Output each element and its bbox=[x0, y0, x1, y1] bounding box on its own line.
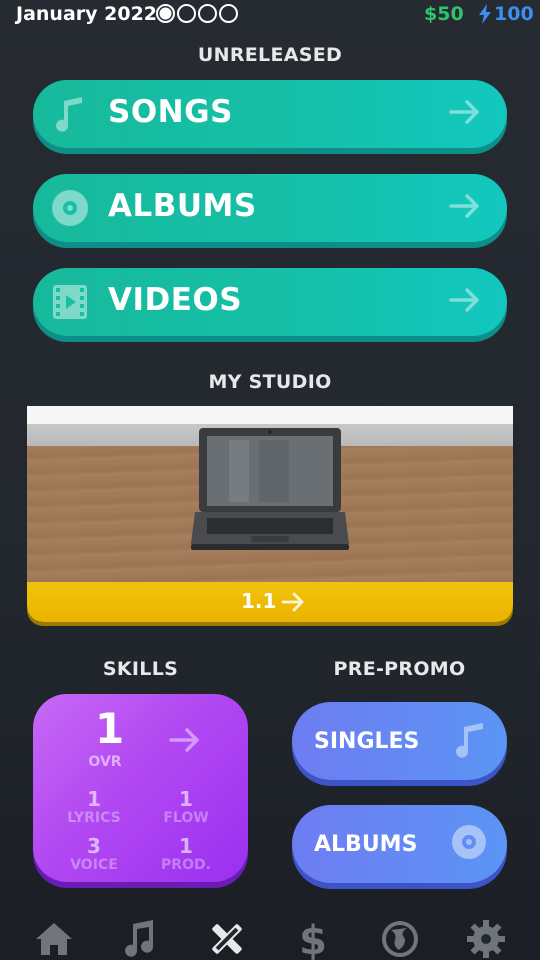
ovr-label: OVR bbox=[88, 754, 122, 770]
unreleased-title: UNRELEASED bbox=[197, 44, 343, 66]
film-icon bbox=[51, 283, 89, 321]
pre-promo-albums-button[interactable]: ALBUMS bbox=[292, 805, 507, 883]
laptop-image bbox=[191, 428, 349, 550]
pre-promo-singles-button[interactable]: SINGLES bbox=[292, 702, 507, 780]
songs-label: SONGS bbox=[108, 94, 233, 130]
svg-text:$: $ bbox=[299, 918, 327, 960]
stat-label: FLOW bbox=[163, 810, 209, 826]
money-balance: $50 bbox=[424, 3, 464, 25]
current-date: January 2022 bbox=[16, 3, 158, 25]
disc-icon bbox=[51, 189, 89, 227]
stat-label: LYRICS bbox=[67, 810, 121, 826]
week-dot-empty bbox=[177, 4, 196, 23]
studio-wall bbox=[27, 406, 513, 424]
bottom-nav: $ bbox=[0, 910, 540, 960]
unreleased-albums-button[interactable]: ALBUMS bbox=[33, 174, 507, 242]
music-note-icon bbox=[453, 721, 487, 763]
top-bar: January 2022 $50 100 bbox=[0, 0, 540, 28]
unreleased-videos-button[interactable]: VIDEOS bbox=[33, 268, 507, 336]
stat-prod: 1 PROD. bbox=[151, 835, 221, 873]
singles-label: SINGLES bbox=[314, 729, 420, 754]
nav-studio[interactable] bbox=[205, 918, 249, 960]
globe-icon bbox=[382, 921, 418, 957]
stat-label: VOICE bbox=[70, 857, 118, 873]
arrow-right-icon bbox=[449, 286, 481, 318]
week-dot-empty bbox=[198, 4, 217, 23]
settings-gear-icon bbox=[467, 920, 505, 958]
stat-value: 3 bbox=[87, 834, 101, 858]
arrow-right-icon bbox=[169, 726, 201, 758]
energy-value: 100 bbox=[494, 3, 534, 25]
stat-flow: 1 FLOW bbox=[151, 788, 221, 826]
music-icon bbox=[125, 920, 154, 957]
music-note-icon bbox=[51, 95, 89, 133]
nav-world[interactable] bbox=[378, 918, 422, 960]
ovr-value: 1 bbox=[95, 704, 125, 753]
arrow-right-icon bbox=[449, 98, 481, 130]
nav-money[interactable]: $ bbox=[291, 918, 335, 960]
stat-value: 1 bbox=[179, 834, 193, 858]
pre-promo-title: PRE-PROMO bbox=[333, 658, 466, 680]
week-progress-dots bbox=[156, 4, 238, 23]
week-dot-empty bbox=[219, 4, 238, 23]
disc-icon bbox=[451, 824, 487, 864]
albums-label: ALBUMS bbox=[108, 188, 257, 224]
arrow-right-icon bbox=[449, 192, 481, 224]
skills-title: SKILLS bbox=[102, 658, 179, 680]
lightning-icon bbox=[479, 4, 491, 24]
nav-settings[interactable] bbox=[464, 918, 508, 960]
dollar-icon: $ bbox=[299, 918, 327, 960]
promo-albums-label: ALBUMS bbox=[314, 832, 418, 857]
stat-value: 1 bbox=[87, 787, 101, 811]
studio-card[interactable]: 1.1 bbox=[27, 406, 513, 622]
stat-value: 1 bbox=[179, 787, 193, 811]
nav-music[interactable] bbox=[117, 918, 161, 960]
stat-label: PROD. bbox=[161, 857, 211, 873]
studio-level: 1.1 bbox=[241, 589, 277, 613]
arrow-right-icon bbox=[281, 591, 305, 617]
studio-level-bar[interactable]: 1.1 bbox=[27, 582, 513, 622]
home-icon bbox=[36, 923, 72, 955]
nav-home[interactable] bbox=[32, 918, 76, 960]
videos-label: VIDEOS bbox=[108, 282, 243, 318]
stat-voice: 3 VOICE bbox=[59, 835, 129, 873]
energy-balance: 100 bbox=[478, 3, 534, 25]
studio-title: MY STUDIO bbox=[208, 371, 332, 393]
studio-tools-icon bbox=[212, 924, 242, 954]
stat-lyrics: 1 LYRICS bbox=[59, 788, 129, 826]
week-dot-filled bbox=[156, 4, 175, 23]
unreleased-songs-button[interactable]: SONGS bbox=[33, 80, 507, 148]
skills-card[interactable]: 1 OVR 1 LYRICS 1 FLOW 3 VOICE 1 PROD. bbox=[33, 694, 248, 882]
